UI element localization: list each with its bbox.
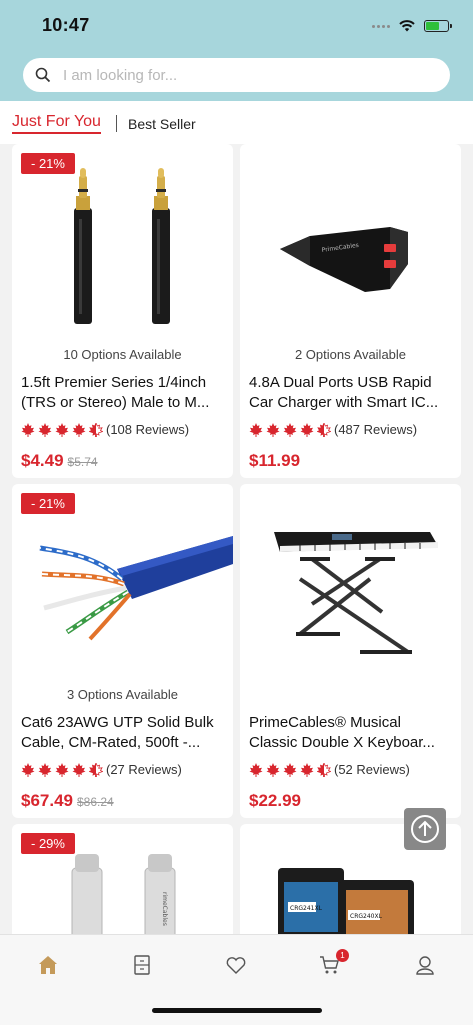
maple-leaf-icon — [249, 762, 263, 777]
discount-badge: - 21% — [21, 493, 75, 514]
product-card[interactable]: PrimeCables 2 Options Available 4.8A Dua… — [240, 144, 461, 478]
rating: (487 Reviews) — [249, 422, 417, 437]
price: $4.49 $5.74 — [21, 451, 98, 470]
review-count: (108 Reviews) — [106, 422, 190, 437]
cart-count-badge: 1 — [336, 949, 349, 962]
status-time: 10:47 — [42, 15, 90, 35]
search-icon — [35, 67, 51, 83]
rating: (27 Reviews) — [21, 762, 182, 777]
battery-icon — [424, 20, 452, 32]
rating: (108 Reviews) — [21, 422, 189, 437]
arrow-up-icon — [411, 815, 439, 843]
status-icons — [372, 16, 452, 36]
header: 10:47 — [0, 0, 473, 101]
old-price: $86.24 — [77, 795, 114, 809]
maple-leaf-icon — [55, 762, 69, 777]
rating: (52 Reviews) — [249, 762, 410, 777]
product-card[interactable]: - 21% 3 Options Available Cat6 23AWG UTP… — [12, 484, 233, 818]
options-available: 3 Options Available — [66, 687, 179, 702]
half-maple-leaf-icon — [317, 762, 331, 777]
car-charger-image: PrimeCables — [280, 227, 408, 292]
old-price: $5.74 — [67, 455, 98, 469]
maple-leaf-icon — [249, 422, 263, 437]
half-maple-leaf-icon — [89, 422, 103, 437]
tab-just-for-you[interactable]: Just For You — [12, 113, 101, 134]
maple-leaf-icon — [266, 422, 280, 437]
maple-leaf-icon — [38, 762, 52, 777]
discount-badge: - 21% — [21, 153, 75, 174]
signal-icon — [372, 24, 390, 28]
product-card[interactable]: - 29% rimeCables — [12, 824, 233, 934]
half-maple-leaf-icon — [317, 422, 331, 437]
tab-divider — [116, 115, 117, 132]
maple-leaf-icon — [300, 762, 314, 777]
review-count: (27 Reviews) — [106, 762, 182, 777]
account-icon[interactable] — [413, 953, 437, 977]
maple-leaf-icon — [300, 422, 314, 437]
discount-badge: - 29% — [21, 833, 75, 854]
options-available: 10 Options Available — [63, 347, 182, 362]
maple-leaf-icon — [38, 422, 52, 437]
svg-text:CRG241XL: CRG241XL — [290, 905, 323, 912]
home-indicator — [152, 1008, 322, 1013]
maple-leaf-icon — [72, 422, 86, 437]
tab-best-seller[interactable]: Best Seller — [128, 116, 196, 132]
review-count: (52 Reviews) — [334, 762, 410, 777]
maple-leaf-icon — [21, 762, 35, 777]
options-available: 2 Options Available — [294, 347, 407, 362]
half-maple-leaf-icon — [89, 762, 103, 777]
maple-leaf-icon — [72, 762, 86, 777]
maple-leaf-icon — [55, 422, 69, 437]
tab-bar: Just For You Best Seller — [0, 101, 473, 144]
status-bar: 10:47 — [0, 0, 473, 52]
price: $22.99 — [249, 791, 301, 810]
home-icon[interactable] — [36, 953, 60, 977]
search-input[interactable] — [61, 65, 425, 85]
product-name: PrimeCables® Musical Classic Double X Ke… — [249, 714, 435, 751]
review-count: (487 Reviews) — [334, 422, 418, 437]
product-card[interactable]: - 21% 10 Options Available 1.5ft Premier… — [12, 144, 233, 478]
price: $67.49 $86.24 — [21, 791, 114, 810]
svg-text:CRG240XL: CRG240XL — [350, 913, 383, 920]
product-name: 4.8A Dual Ports USB Rapid Car Charger wi… — [249, 374, 439, 411]
price: $11.99 — [249, 451, 301, 470]
search-bar[interactable] — [23, 58, 450, 92]
maple-leaf-icon — [283, 762, 297, 777]
catalog-icon[interactable] — [130, 953, 154, 977]
wifi-icon — [399, 20, 415, 32]
scroll-to-top-button[interactable] — [404, 808, 446, 850]
maple-leaf-icon — [283, 422, 297, 437]
maple-leaf-icon — [21, 422, 35, 437]
svg-text:rimeCables: rimeCables — [161, 892, 168, 926]
maple-leaf-icon — [266, 762, 280, 777]
heart-icon[interactable] — [224, 953, 248, 977]
product-card[interactable]: PrimeCables® Musical Classic Double X Ke… — [240, 484, 461, 818]
keyboard-stand-image — [274, 532, 438, 654]
product-name: 1.5ft Premier Series 1/4inch (TRS or Ste… — [21, 374, 210, 411]
product-name: Cat6 23AWG UTP Solid Bulk Cable, CM-Rate… — [21, 714, 214, 751]
